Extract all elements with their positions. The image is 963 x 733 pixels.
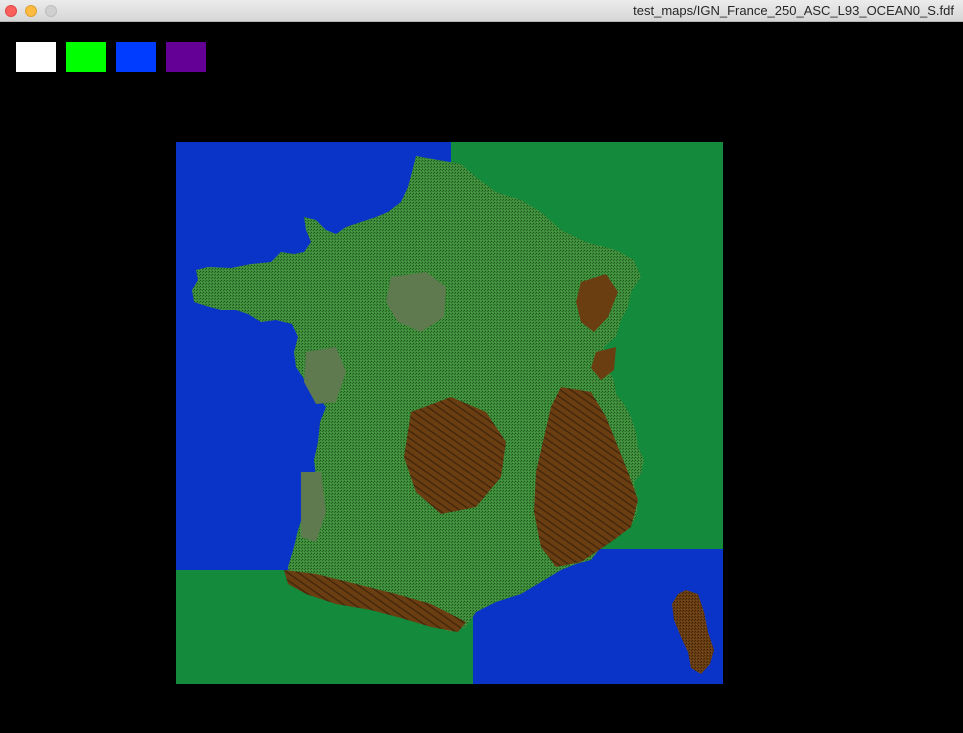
window-title: test_maps/IGN_France_250_ASC_L93_OCEAN0_… (633, 3, 954, 18)
color-swatch-purple[interactable] (166, 42, 206, 72)
color-swatch-green[interactable] (66, 42, 106, 72)
close-window-button[interactable] (5, 5, 17, 17)
france-elevation-map (176, 142, 723, 684)
title-bar[interactable]: test_maps/IGN_France_250_ASC_L93_OCEAN0_… (0, 0, 963, 22)
color-swatch-white[interactable] (16, 42, 56, 72)
color-swatch-blue[interactable] (116, 42, 156, 72)
app-window: test_maps/IGN_France_250_ASC_L93_OCEAN0_… (0, 0, 963, 733)
minimize-window-button[interactable] (25, 5, 37, 17)
render-canvas[interactable] (0, 22, 963, 733)
zoom-window-button[interactable] (45, 5, 57, 17)
